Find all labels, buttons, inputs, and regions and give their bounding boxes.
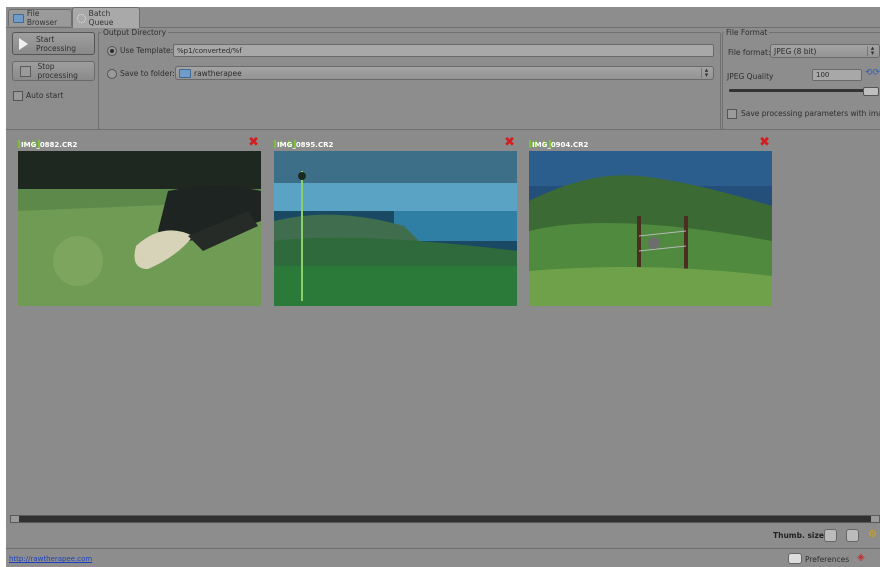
tab-label: Batch Queue <box>88 9 114 27</box>
queue-item[interactable]: ✖ IMG_0904.CR2 <box>529 136 772 306</box>
stop-processing-button[interactable]: Stop processing <box>12 61 95 81</box>
zoom-in-icon[interactable] <box>846 529 859 542</box>
filter-icon[interactable]: ⚙ <box>868 529 877 540</box>
queue-item[interactable]: ✖ IMG_0895.CR2 <box>274 136 517 306</box>
save-params-checkbox[interactable] <box>727 109 737 119</box>
use-template-radio[interactable] <box>107 46 117 56</box>
slider-handle[interactable] <box>863 87 879 96</box>
preferences-button[interactable]: Preferences <box>805 555 849 564</box>
jpeg-quality-value: 100 <box>816 71 830 79</box>
start-processing-button[interactable]: Start Processing <box>12 32 95 55</box>
stop-label: Stop processing <box>37 62 78 80</box>
tab-label: File Browser <box>26 9 58 27</box>
thumbnail-image <box>18 151 261 306</box>
queue-item[interactable]: ✖ IMG_0882.CR2 <box>18 136 261 306</box>
thumbnail-image <box>529 151 772 306</box>
thumb-filename: IMG_0904.CR2 <box>532 141 589 149</box>
jpeg-quality-slider[interactable] <box>729 89 879 92</box>
updown-icon: ▴ ▾ <box>867 45 877 57</box>
delete-icon[interactable]: ✖ <box>759 136 770 149</box>
batch-settings-panel: Start Processing Stop processing Auto st… <box>6 28 880 130</box>
scroll-right-button[interactable] <box>871 516 879 522</box>
save-to-folder-radio[interactable] <box>107 69 117 79</box>
start-label: Start Processing <box>36 34 77 53</box>
updown-icon: ▴ ▾ <box>701 67 711 79</box>
horizontal-scrollbar[interactable] <box>10 515 880 523</box>
file-format-value: JPEG (8 bit) <box>774 46 817 56</box>
scroll-left-button[interactable] <box>11 516 19 522</box>
reset-icon[interactable]: ⟲⟳ <box>865 68 880 78</box>
queue-status-icon[interactable]: ◈ <box>857 552 865 563</box>
file-format-title: File Format <box>724 28 770 37</box>
status-bar: http://rawtherapee.com Preferences ◈ <box>6 548 880 567</box>
file-format-select[interactable]: JPEG (8 bit) ▴ ▾ <box>770 44 880 58</box>
tab-batch-queue[interactable]: Batch Queue <box>72 7 140 28</box>
use-template-label: Use Template: <box>120 46 174 55</box>
batch-queue-thumbnails: ✖ IMG_0882.CR2 ✖ IMG_0895.CR2 ✖ IMG_0904… <box>6 130 880 516</box>
zoom-out-icon[interactable] <box>824 529 837 542</box>
thumbnail-image <box>274 151 517 306</box>
auto-start-checkbox[interactable] <box>13 91 23 101</box>
thumb-filename: IMG_0882.CR2 <box>21 141 78 149</box>
preferences-icon <box>788 553 802 564</box>
bottom-toolbar: Thumb. size: ⚙ <box>6 525 880 547</box>
folder-icon <box>13 13 24 23</box>
folder-select[interactable]: rawtherapee ▴ ▾ <box>175 66 714 80</box>
folder-value: rawtherapee <box>194 68 242 78</box>
jpeg-quality-spin[interactable]: 100 <box>812 69 862 81</box>
play-icon <box>19 37 28 50</box>
delete-icon[interactable]: ✖ <box>504 136 515 149</box>
output-directory-title: Output Directory <box>101 28 169 37</box>
website-link[interactable]: http://rawtherapee.com <box>9 555 92 563</box>
tab-bar: File Browser Batch Queue <box>6 7 880 28</box>
thumb-filename: IMG_0895.CR2 <box>277 141 334 149</box>
stop-icon <box>20 65 31 77</box>
file-format-label: File format: <box>728 48 771 57</box>
auto-start-label: Auto start <box>26 91 64 100</box>
save-params-label: Save processing parameters with image <box>741 109 880 118</box>
gear-icon <box>77 13 86 23</box>
template-input[interactable]: %p1/converted/%f <box>173 44 714 57</box>
thumb-size-label: Thumb. size: <box>773 531 827 540</box>
tab-file-browser[interactable]: File Browser <box>8 9 72 27</box>
jpeg-quality-label: JPEG Quality <box>727 72 774 81</box>
folder-icon <box>179 68 191 78</box>
save-to-folder-label: Save to folder: <box>120 69 175 78</box>
delete-icon[interactable]: ✖ <box>248 136 259 149</box>
rawtherapee-window: File Browser Batch Queue Start Processin… <box>6 7 880 567</box>
